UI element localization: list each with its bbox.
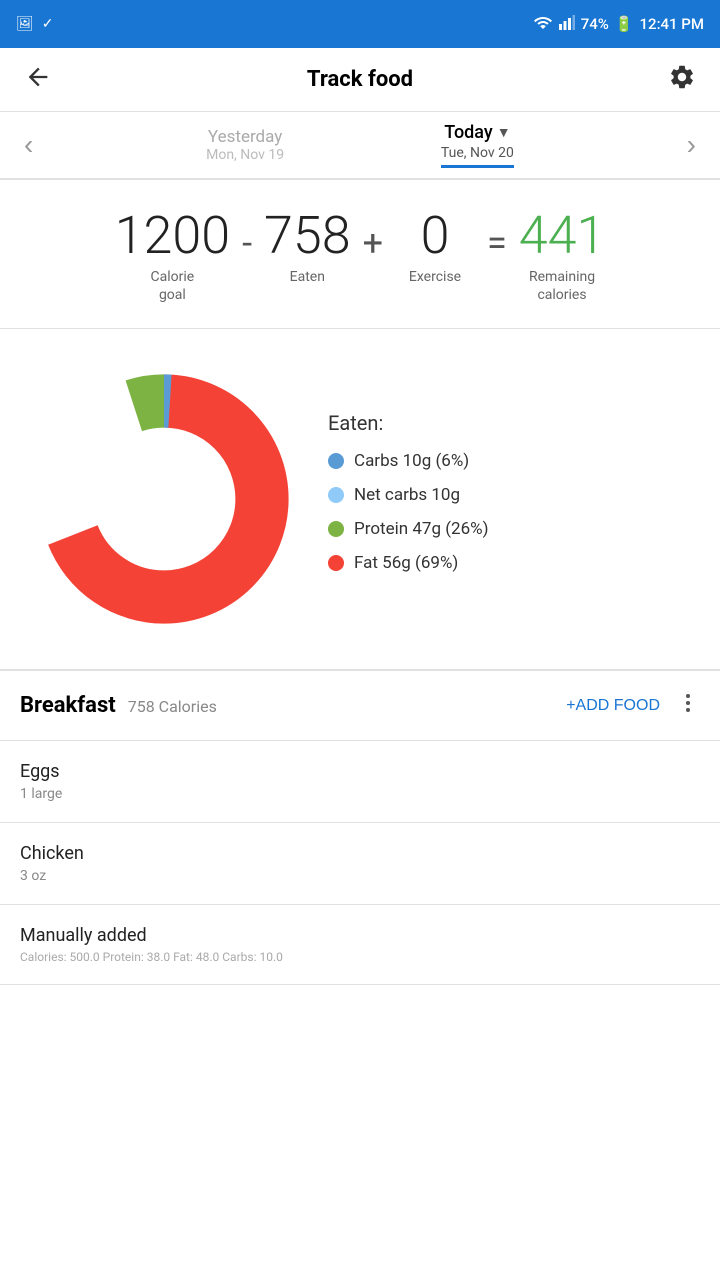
equals-operator: = — [475, 210, 519, 268]
food-desc-eggs: 1 large — [20, 786, 700, 802]
food-name-chicken: Chicken — [20, 843, 700, 864]
sync-icon: ✓ — [42, 16, 54, 32]
yesterday-label: Yesterday — [206, 127, 284, 147]
meal-section: Breakfast 758 Calories +ADD FOOD Eggs 1 … — [0, 671, 720, 985]
carbs-dot — [328, 453, 344, 469]
status-bar: 🖼 ✓ 74% 🔋 12:41 PM — [0, 0, 720, 48]
remaining-label: Remainingcalories — [529, 268, 595, 304]
today-full-date: Tue, Nov 20 — [441, 145, 514, 161]
net-carbs-label: Net carbs 10g — [354, 485, 460, 505]
legend-fat: Fat 56g (69%) — [328, 553, 696, 573]
battery-text: 74% — [581, 15, 609, 33]
fat-label: Fat 56g (69%) — [354, 553, 458, 573]
remaining-block: 441 Remainingcalories — [519, 210, 606, 304]
meal-name: Breakfast — [20, 693, 116, 718]
food-item-manual[interactable]: Manually added Calories: 500.0 Protein: … — [0, 905, 720, 985]
eaten-number: 758 — [264, 210, 351, 262]
carbs-label: Carbs 10g (6%) — [354, 451, 469, 471]
wifi-icon — [533, 14, 553, 34]
meal-header: Breakfast 758 Calories +ADD FOOD — [0, 671, 720, 741]
donut-center — [94, 429, 234, 569]
today-label: Today ▼ — [441, 122, 514, 143]
donut-chart — [24, 359, 304, 639]
food-name-manual: Manually added — [20, 925, 700, 946]
plus-operator: + — [351, 210, 395, 268]
chart-section: Eaten: Carbs 10g (6%) Net carbs 10g Prot… — [0, 329, 720, 671]
prev-day-button[interactable]: ‹ — [8, 121, 49, 169]
eaten-block: 758 Eaten — [264, 210, 351, 286]
page-title: Track food — [307, 67, 413, 92]
more-options-button[interactable] — [676, 691, 700, 720]
meal-calorie-count: 758 Calories — [128, 697, 217, 716]
date-nav: ‹ Yesterday Mon, Nov 19 Today ▼ Tue, Nov… — [0, 112, 720, 180]
food-item-eggs[interactable]: Eggs 1 large — [0, 741, 720, 823]
meal-title-group: Breakfast 758 Calories — [20, 693, 217, 718]
yesterday-date[interactable]: Yesterday Mon, Nov 19 — [206, 127, 284, 163]
calorie-goal-block: 1200 Caloriegoal — [115, 210, 230, 304]
meal-actions: +ADD FOOD — [566, 691, 700, 720]
status-bar-right: 74% 🔋 12:41 PM — [533, 14, 704, 34]
calorie-goal-number: 1200 — [115, 210, 230, 262]
settings-button[interactable] — [660, 55, 704, 105]
signal-icon — [559, 14, 575, 34]
next-day-button[interactable]: › — [671, 121, 712, 169]
legend-net-carbs: Net carbs 10g — [328, 485, 696, 505]
exercise-number: 0 — [421, 210, 450, 262]
food-item-chicken[interactable]: Chicken 3 oz — [0, 823, 720, 905]
add-food-button[interactable]: +ADD FOOD — [566, 697, 660, 715]
legend-carbs: Carbs 10g (6%) — [328, 451, 696, 471]
time: 12:41 PM — [640, 15, 704, 33]
today-date[interactable]: Today ▼ Tue, Nov 20 — [441, 122, 514, 168]
remaining-number: 441 — [519, 210, 606, 262]
food-desc-chicken: 3 oz — [20, 868, 700, 884]
net-carbs-dot — [328, 487, 344, 503]
exercise-block: 0 Exercise — [395, 210, 475, 286]
protein-label: Protein 47g (26%) — [354, 519, 489, 539]
photo-icon: 🖼 — [16, 16, 34, 32]
dropdown-arrow-icon: ▼ — [497, 124, 511, 141]
legend-title: Eaten: — [328, 411, 696, 435]
chart-legend: Eaten: Carbs 10g (6%) Net carbs 10g Prot… — [328, 411, 696, 587]
battery-icon: 🔋 — [615, 15, 634, 33]
app-bar: Track food — [0, 48, 720, 112]
minus-operator: - — [230, 210, 264, 268]
eaten-label: Eaten — [290, 268, 325, 286]
legend-protein: Protein 47g (26%) — [328, 519, 696, 539]
calorie-goal-label: Caloriegoal — [151, 268, 195, 304]
yesterday-full-date: Mon, Nov 19 — [206, 147, 284, 163]
status-bar-left: 🖼 ✓ — [16, 16, 54, 32]
exercise-label: Exercise — [409, 268, 461, 286]
food-name-eggs: Eggs — [20, 761, 700, 782]
calorie-summary: 1200 Caloriegoal - 758 Eaten + 0 Exercis… — [0, 180, 720, 329]
back-button[interactable] — [16, 55, 60, 105]
food-subdesc-manual: Calories: 500.0 Protein: 38.0 Fat: 48.0 … — [20, 950, 700, 964]
protein-dot — [328, 521, 344, 537]
fat-dot — [328, 555, 344, 571]
